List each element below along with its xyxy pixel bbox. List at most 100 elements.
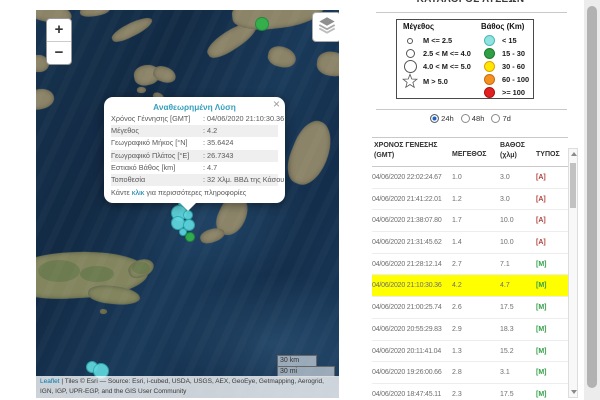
scale-km: 30 km	[277, 355, 317, 366]
cell-type: [M]	[536, 282, 547, 289]
header-type: ΤΥΠΟΣ	[536, 151, 560, 158]
cell-magnitude: 1.3	[452, 348, 462, 355]
cell-magnitude: 1.2	[452, 196, 462, 203]
header-magnitude: ΜΕΓΕΘΟΣ	[452, 151, 486, 158]
legend-depth-column: < 15 15 - 30 30 - 60 60 - 100 >= 100	[481, 34, 529, 99]
depth-swatch-15-30	[484, 48, 495, 59]
table-row[interactable]: 04/06/2020 21:41:22.01 1.2 3.0 [A]	[372, 189, 568, 211]
popup-row-value: : 26.7343	[203, 150, 278, 162]
table-scrollbar-thumb[interactable]	[570, 163, 576, 208]
cell-depth: 15.2	[500, 348, 514, 355]
cell-depth: 10.0	[500, 239, 514, 246]
table-row[interactable]: 04/06/2020 18:47:45.11 2.3 17.5 [M]	[372, 384, 568, 400]
cell-magnitude: 1.4	[452, 239, 462, 246]
page-scrollbar[interactable]	[584, 0, 600, 400]
map-canvas[interactable]: + − 30 km 30 mi Leaflet | Tiles © Esri —…	[36, 10, 339, 398]
page-scrollbar-thumb[interactable]	[587, 6, 597, 388]
filter-48h[interactable]: 48h	[461, 114, 485, 123]
popup-row-value: : 04/06/2020 21:10:30.36	[203, 113, 284, 125]
table-row[interactable]: 04/06/2020 21:31:45.62 1.4 10.0 [A]	[372, 232, 568, 254]
cell-time: 04/06/2020 20:11:41.04	[372, 348, 441, 355]
cell-depth: 4.7	[500, 282, 510, 289]
cell-type: [M]	[536, 391, 547, 398]
cell-magnitude: 2.3	[452, 391, 462, 398]
table-row[interactable]: 04/06/2020 19:26:00.66 2.8 3.1 [M]	[372, 362, 568, 384]
popup-close-icon[interactable]: ×	[273, 97, 280, 111]
depth-swatch-30-60	[484, 61, 495, 72]
cell-time: 04/06/2020 18:47:45.11	[372, 391, 441, 398]
table-row[interactable]: 04/06/2020 20:11:41.04 1.3 15.2 [M]	[372, 341, 568, 363]
magnitude-star-icon	[402, 73, 418, 90]
table-row[interactable]: 04/06/2020 20:55:29.83 2.9 18.3 [M]	[372, 319, 568, 341]
cell-type: [A]	[536, 217, 546, 224]
cell-type: [M]	[536, 261, 547, 268]
table-row[interactable]: 04/06/2020 22:02:24.67 1.0 3.0 [A]	[372, 167, 568, 189]
popup-footer-pre: Κάντε	[111, 188, 132, 197]
cell-time: 04/06/2020 19:26:00.66	[372, 369, 442, 376]
layers-control-button[interactable]	[312, 12, 339, 42]
popup-tip	[179, 202, 197, 211]
legend-label: 2.5 < M <= 4.0	[423, 49, 471, 58]
table-row[interactable]: 04/06/2020 21:38:07.80 1.7 10.0 [A]	[372, 210, 568, 232]
radio-24h[interactable]	[430, 114, 439, 123]
radio-7d[interactable]	[491, 114, 500, 123]
map-attribution: Leaflet | Tiles © Esri — Source: Esri, i…	[36, 376, 339, 398]
earthquake-marker-green[interactable]	[185, 232, 195, 242]
attribution-text: | Tiles © Esri — Source: Esri, i-cubed, …	[40, 378, 324, 394]
table-row[interactable]: 04/06/2020 21:00:25.74 2.6 17.5 [M]	[372, 297, 568, 319]
popup-click-link[interactable]: κλικ	[132, 188, 145, 197]
popup-row-label: Τοποθεσία	[111, 174, 203, 186]
legend-label: >= 100	[502, 88, 525, 97]
layers-icon	[317, 15, 337, 40]
scroll-up-icon[interactable]	[571, 152, 577, 156]
leaflet-link[interactable]: Leaflet	[40, 378, 60, 385]
legend-label: < 15	[502, 36, 517, 45]
legend-item: 15 - 30	[481, 47, 529, 60]
cell-time: 04/06/2020 21:28:12.14	[372, 261, 442, 268]
island-vegetation	[38, 260, 80, 282]
popup-row-label: Εστιακό Βάθος [km]	[111, 162, 203, 174]
scroll-down-icon[interactable]	[571, 390, 577, 394]
zoom-in-button[interactable]: +	[47, 19, 71, 42]
cell-time: 04/06/2020 21:00:25.74	[372, 304, 442, 311]
legend-item: < 15	[481, 34, 529, 47]
cell-type: [A]	[536, 196, 546, 203]
popup-row-label: Γεωγραφικό Μήκος [°N]	[111, 137, 203, 149]
zoom-out-button[interactable]: −	[47, 42, 71, 64]
legend-item: 2.5 < M <= 4.0	[402, 47, 471, 60]
popup-row-value: : 4.7	[203, 162, 278, 174]
cell-time: 04/06/2020 21:41:22.01	[372, 196, 442, 203]
time-filter-group: 24h 48h 7d	[374, 109, 567, 127]
cell-type: [A]	[536, 174, 546, 181]
magnitude-small-circle-icon	[402, 38, 418, 44]
depth-swatch-lt15	[484, 35, 495, 46]
table-row[interactable]: 04/06/2020 21:28:12.14 2.7 7.1 [M]	[372, 254, 568, 276]
island	[100, 309, 107, 314]
filter-label: 24h	[441, 114, 454, 123]
cell-magnitude: 2.8	[452, 369, 462, 376]
table-header: ΧΡΟΝΟΣ ΓΕΝΕΣΗΣ (GMT) ΜΕΓΕΘΟΣ ΒΑΘΟΣ (χλμ)…	[372, 137, 568, 167]
header-depth: ΒΑΘΟΣ (χλμ)	[500, 141, 525, 161]
filter-24h[interactable]: 24h	[430, 114, 454, 123]
table-row[interactable]: 04/06/2020 21:10:30.36 4.2 4.7 [M]	[372, 275, 568, 297]
popup-row: Μέγεθος : 4.2	[111, 125, 278, 137]
cell-time: 04/06/2020 21:31:45.62	[372, 239, 442, 246]
cell-depth: 10.0	[500, 217, 514, 224]
cell-type: [M]	[536, 304, 547, 311]
earthquake-marker-green[interactable]	[255, 17, 269, 31]
legend-label: 30 - 60	[502, 62, 525, 71]
cell-depth: 7.1	[500, 261, 510, 268]
legend-magnitude-column: M <= 2.5 2.5 < M <= 4.0 4.0 < M <= 5.0 M…	[402, 34, 471, 90]
legend-item: >= 100	[481, 86, 529, 99]
legend-item: M > 5.0	[402, 73, 471, 90]
table-scrollbar[interactable]	[568, 148, 578, 398]
popup-row-label: Μέγεθος	[111, 125, 203, 137]
cell-magnitude: 2.6	[452, 304, 462, 311]
island	[266, 44, 298, 70]
radio-48h[interactable]	[461, 114, 470, 123]
island	[109, 14, 154, 46]
filter-7d[interactable]: 7d	[491, 114, 510, 123]
popup-row-label: Γεωγραφικό Πλάτος [°E]	[111, 150, 203, 162]
popup-row: Γεωγραφικό Μήκος [°N] : 35.6424	[111, 137, 278, 149]
popup-row-label: Χρόνος Γέννησης [GMT]	[111, 113, 203, 125]
